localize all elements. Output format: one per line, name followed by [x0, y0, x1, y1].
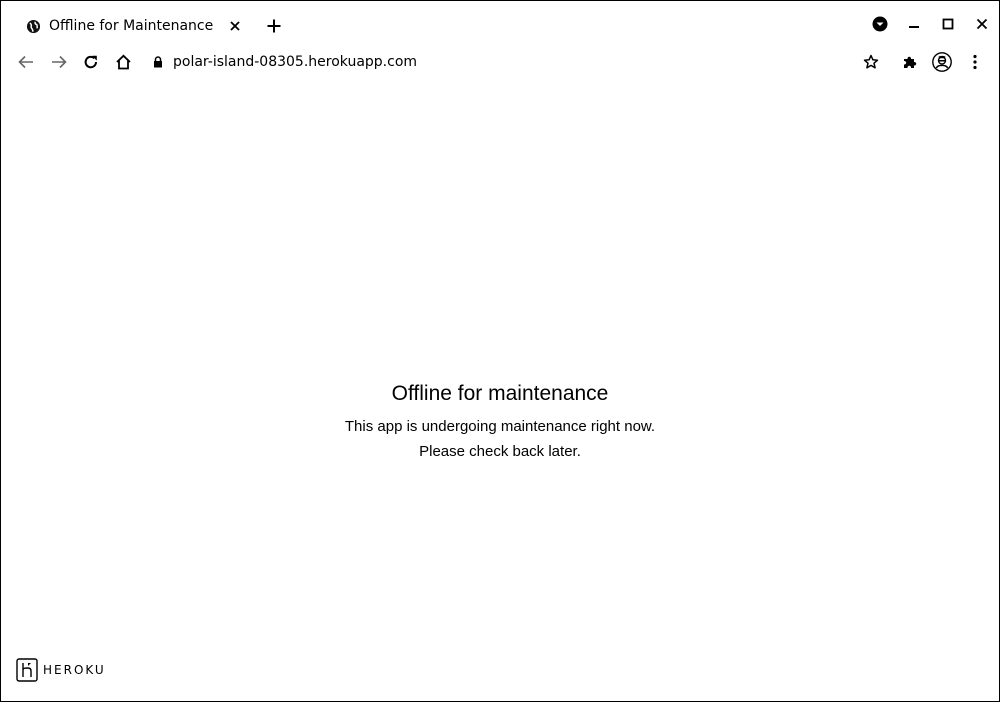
forward-icon	[52, 55, 67, 69]
globe-icon	[25, 18, 41, 34]
address-bar[interactable]: polar-island-08305.herokuapp.com	[153, 50, 417, 74]
extensions-icon	[904, 56, 917, 68]
reload-icon	[84, 55, 98, 69]
minimize-icon	[909, 26, 919, 28]
tab-search-button[interactable]	[863, 9, 897, 39]
page-viewport: Offline for maintenance This app is unde…	[1, 81, 999, 701]
chevron-down-circle-icon	[872, 16, 888, 32]
minimize-button[interactable]	[897, 9, 931, 39]
heroku-logo: HEROKU	[16, 658, 106, 682]
profile-icon	[932, 52, 952, 72]
tab-strip: Offline for Maintenance	[1, 1, 999, 45]
plus-icon	[267, 19, 281, 33]
tab-close-icon[interactable]	[227, 18, 243, 34]
url-text: polar-island-08305.herokuapp.com	[173, 54, 418, 70]
close-icon	[976, 18, 988, 30]
close-window-button[interactable]	[965, 9, 999, 39]
tab-title: Offline for Maintenance	[49, 18, 214, 34]
new-tab-button[interactable]	[264, 16, 284, 36]
star-icon	[863, 54, 879, 69]
maximize-button[interactable]	[931, 9, 965, 39]
tab-active[interactable]: Offline for Maintenance	[15, 9, 251, 43]
bookmark-button[interactable]	[859, 50, 883, 74]
browser-window: Offline for Maintenance polar-island-083…	[0, 0, 1000, 702]
home-button[interactable]	[111, 50, 135, 74]
lock-icon	[154, 56, 162, 68]
maintenance-message: Offline for maintenance This app is unde…	[1, 380, 999, 464]
back-icon	[18, 55, 33, 69]
browser-menu-button[interactable]	[963, 50, 987, 74]
profile-button[interactable]	[930, 50, 954, 74]
maximize-icon	[942, 18, 954, 30]
maintenance-line-1: This app is undergoing maintenance right…	[344, 418, 656, 435]
back-button[interactable]	[14, 50, 38, 74]
maintenance-line-2: Please check back later.	[419, 443, 581, 460]
page-heading: Offline for maintenance	[391, 382, 609, 405]
toolbar: polar-island-08305.herokuapp.com	[1, 45, 999, 79]
home-icon	[115, 54, 131, 70]
heroku-wordmark: HEROKU	[43, 663, 106, 677]
menu-icon	[973, 54, 977, 70]
extensions-button[interactable]	[898, 50, 922, 74]
forward-button[interactable]	[47, 50, 71, 74]
window-controls	[863, 9, 999, 39]
reload-button[interactable]	[79, 50, 103, 74]
heroku-logo-icon	[16, 658, 38, 682]
